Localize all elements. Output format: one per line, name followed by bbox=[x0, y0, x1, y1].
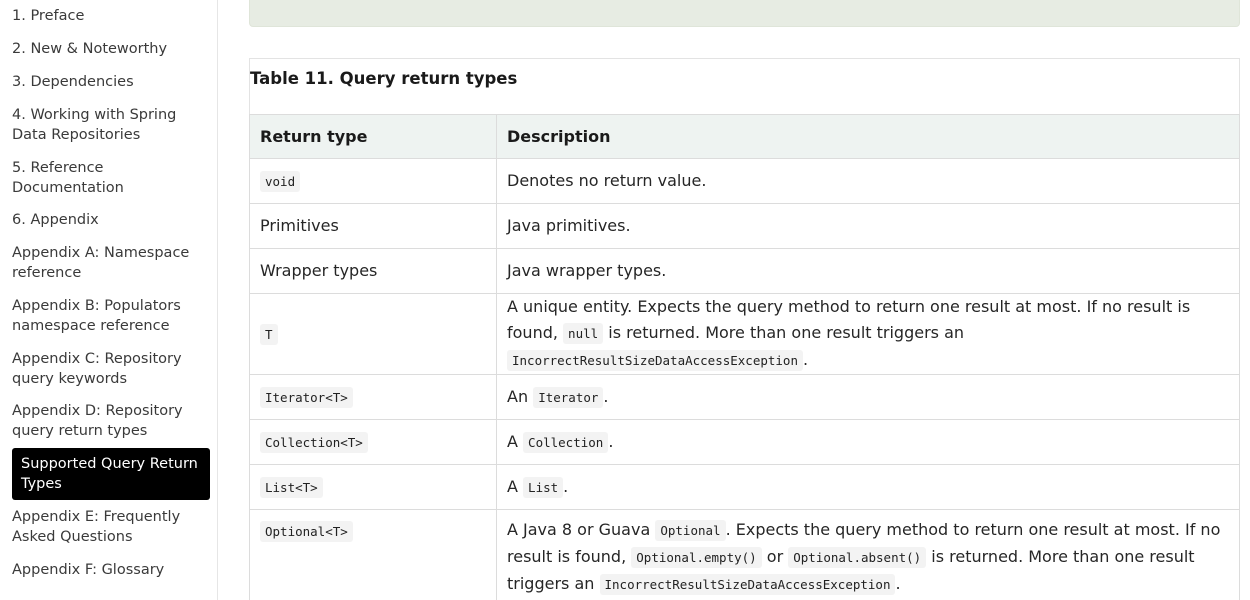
toc-item-dependencies[interactable]: 3. Dependencies bbox=[12, 72, 202, 92]
desc-text: A Java 8 or Guava bbox=[507, 520, 651, 539]
code-collection-desc: Collection bbox=[523, 431, 609, 453]
return-types-table: Return type Description void Denotes no … bbox=[249, 114, 1240, 600]
desc-text: is returned. More than one result trigge… bbox=[608, 323, 965, 342]
table-row: Collection<T> A Collection. bbox=[249, 419, 1240, 465]
cell-return-type: Wrapper types bbox=[249, 248, 497, 294]
code-list-desc: List bbox=[523, 476, 564, 498]
code-collection: Collection<T> bbox=[260, 431, 368, 453]
table-row: void Denotes no return value. bbox=[249, 158, 1240, 204]
table-row: Wrapper types Java wrapper types. bbox=[249, 248, 1240, 294]
cell-description: A Collection. bbox=[496, 419, 1240, 465]
cell-description: A List. bbox=[496, 464, 1240, 510]
cell-description: An Iterator. bbox=[496, 374, 1240, 420]
page: 1. Preface 2. New & Noteworthy 3. Depend… bbox=[0, 0, 1250, 600]
header-return-type: Return type bbox=[249, 114, 497, 159]
toc-item-appendix-d[interactable]: Appendix D: Repository query return type… bbox=[12, 401, 202, 441]
desc-text: A bbox=[507, 476, 518, 496]
cell-description: A unique entity. Expects the query metho… bbox=[496, 293, 1240, 375]
table-row: Iterator<T> An Iterator. bbox=[249, 374, 1240, 420]
sidebar-toc: 1. Preface 2. New & Noteworthy 3. Depend… bbox=[0, 0, 218, 600]
code-optional-empty: Optional.empty() bbox=[631, 547, 762, 568]
cell-return-type: void bbox=[249, 158, 497, 204]
tip-admonition-box bbox=[249, 0, 1240, 27]
header-description: Description bbox=[496, 114, 1240, 159]
cell-return-type: Optional<T> bbox=[249, 509, 497, 600]
toc-item-preface[interactable]: 1. Preface bbox=[12, 6, 202, 26]
toc-item-reference-documentation[interactable]: 5. Reference Documentation bbox=[12, 158, 202, 198]
cell-description: A Java 8 or Guava Optional. Expects the … bbox=[496, 509, 1240, 600]
code-t: T bbox=[260, 323, 278, 345]
cell-return-type: Iterator<T> bbox=[249, 374, 497, 420]
desc-text: . bbox=[603, 386, 609, 406]
cell-return-type: List<T> bbox=[249, 464, 497, 510]
table-row: T A unique entity. Expects the query met… bbox=[249, 293, 1240, 375]
cell-return-type: Primitives bbox=[249, 203, 497, 249]
code-void: void bbox=[260, 170, 301, 192]
desc-text: . bbox=[608, 431, 614, 451]
code-iterator: Iterator<T> bbox=[260, 386, 353, 408]
desc-text: . bbox=[895, 574, 901, 593]
code-incorrect-result-size-exception: IncorrectResultSizeDataAccessException bbox=[507, 350, 803, 371]
code-optional-absent: Optional.absent() bbox=[788, 547, 927, 568]
code-optional-desc: Optional bbox=[655, 520, 726, 541]
table-row: List<T> A List. bbox=[249, 464, 1240, 510]
toc-item-working-with-repositories[interactable]: 4. Working with Spring Data Repositories bbox=[12, 105, 202, 145]
code-incorrect-result-size-exception: IncorrectResultSizeDataAccessException bbox=[599, 574, 896, 595]
toc-item-appendix-a[interactable]: Appendix A: Namespace reference bbox=[12, 243, 202, 283]
table-row: Primitives Java primitives. bbox=[249, 203, 1240, 249]
desc-text: A bbox=[507, 431, 518, 451]
desc-text: An bbox=[507, 386, 529, 406]
toc-item-appendix-b[interactable]: Appendix B: Populators namespace referen… bbox=[12, 296, 202, 336]
code-iterator-desc: Iterator bbox=[533, 386, 604, 408]
table-caption: Table 11. Query return types bbox=[250, 69, 518, 88]
cell-description: Java primitives. bbox=[496, 203, 1240, 249]
code-optional: Optional<T> bbox=[260, 521, 353, 542]
toc-item-new-noteworthy[interactable]: 2. New & Noteworthy bbox=[12, 39, 202, 59]
toc-item-appendix[interactable]: 6. Appendix bbox=[12, 210, 202, 230]
toc-item-appendix-e[interactable]: Appendix E: Frequently Asked Questions bbox=[12, 507, 202, 547]
table-header-row: Return type Description bbox=[249, 114, 1240, 159]
cell-return-type: T bbox=[249, 293, 497, 375]
table-row: Optional<T> A Java 8 or Guava Optional. … bbox=[249, 509, 1240, 600]
main-content: Table 11. Query return types Return type… bbox=[249, 0, 1240, 600]
desc-text: . bbox=[563, 476, 569, 496]
toc-item-supported-query-return-types[interactable]: Supported Query Return Types bbox=[12, 448, 210, 500]
cell-description: Denotes no return value. bbox=[496, 158, 1240, 204]
desc-text: . bbox=[802, 350, 809, 369]
code-list: List<T> bbox=[260, 476, 323, 498]
cell-return-type: Collection<T> bbox=[249, 419, 497, 465]
code-null: null bbox=[563, 323, 604, 344]
desc-text: or bbox=[766, 547, 784, 566]
return-types-table-block: Table 11. Query return types Return type… bbox=[249, 58, 1240, 600]
toc-item-appendix-f[interactable]: Appendix F: Glossary bbox=[12, 560, 202, 580]
cell-description: Java wrapper types. bbox=[496, 248, 1240, 294]
toc-item-appendix-c[interactable]: Appendix C: Repository query keywords bbox=[12, 349, 202, 389]
